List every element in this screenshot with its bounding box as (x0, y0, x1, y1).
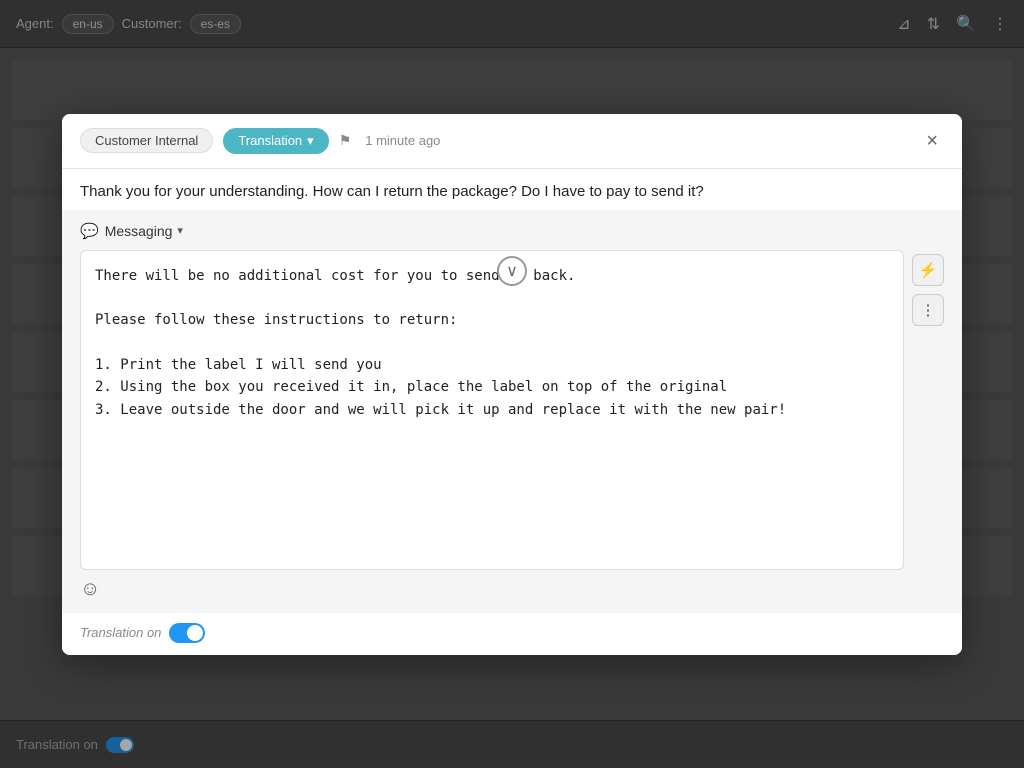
tab-translation[interactable]: Translation ▾ (223, 128, 328, 154)
translation-toggle[interactable] (169, 623, 205, 643)
scroll-down-icon: ∨ (506, 261, 518, 281)
messaging-chevron-icon: ▾ (177, 224, 183, 237)
message-timestamp: 1 minute ago (365, 133, 440, 148)
emoji-bar: ☺ (80, 578, 944, 601)
modal-header: Customer Internal Translation ▾ ⚑ 1 minu… (62, 114, 962, 169)
customer-message-text: Thank you for your understanding. How ca… (80, 183, 704, 200)
customer-message-row: Thank you for your understanding. How ca… (62, 169, 962, 210)
translation-tab-label: Translation (238, 133, 302, 148)
lightning-icon: ⚡ (919, 261, 938, 279)
message-icon: 💬 (80, 222, 99, 240)
more-options-button[interactable]: ⋮ (912, 294, 944, 326)
messaging-tab-bar: 💬 Messaging ▾ (80, 222, 944, 240)
chevron-down-icon: ▾ (307, 133, 314, 149)
reply-modal: Customer Internal Translation ▾ ⚑ 1 minu… (62, 114, 962, 655)
scroll-down-button[interactable]: ∨ (497, 256, 527, 286)
translation-toggle-row: Translation on (62, 613, 962, 655)
modal-close-button[interactable]: × (920, 129, 944, 153)
messaging-tab[interactable]: Messaging ▾ (105, 223, 183, 239)
emoji-button[interactable]: ☺ (80, 578, 100, 601)
lightning-button[interactable]: ⚡ (912, 254, 944, 286)
tab-customer-internal[interactable]: Customer Internal (80, 128, 213, 153)
app-background: Agent: en-us Customer: es-es ⊿ ⇅ 🔍 ⋮ Tra… (0, 0, 1024, 768)
modal-overlay: Customer Internal Translation ▾ ⚑ 1 minu… (0, 0, 1024, 768)
more-options-icon: ⋮ (921, 301, 936, 319)
text-editor-wrapper: ⚡ ⋮ (80, 250, 944, 570)
translation-toggle-label: Translation on (80, 625, 161, 640)
editor-side-actions: ⚡ ⋮ (912, 250, 944, 326)
messaging-tab-label: Messaging (105, 223, 173, 239)
reply-text-editor[interactable] (80, 250, 904, 570)
flag-icon: ⚑ (339, 132, 352, 149)
